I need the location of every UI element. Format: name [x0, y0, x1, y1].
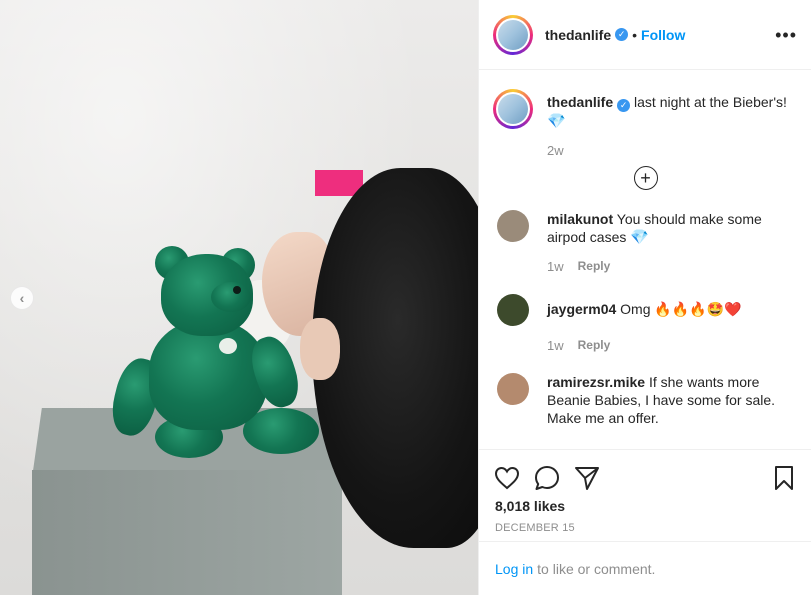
post-header: thedanlife ✓ • Follow •••	[479, 0, 811, 70]
heart-icon	[494, 466, 520, 490]
login-prompt: Log in to like or comment.	[479, 541, 811, 595]
comment-avatar[interactable]	[497, 372, 529, 405]
verified-badge-icon: ✓	[615, 28, 629, 41]
comment-avatar[interactable]	[497, 293, 529, 326]
comment-time[interactable]: 1w	[547, 259, 564, 274]
comment-row: milakunot You should make some airpod ca…	[493, 209, 798, 247]
caption-username[interactable]: thedanlife	[547, 94, 613, 110]
share-button[interactable]	[573, 464, 601, 492]
caption-avatar[interactable]	[493, 89, 533, 129]
separator-dot: •	[632, 26, 638, 43]
chevron-left-icon: ‹	[19, 290, 25, 306]
likes-count[interactable]: 8,018 likes	[479, 496, 811, 514]
avatar[interactable]	[493, 14, 533, 55]
comment-meta: 1w Reply	[547, 338, 798, 353]
comment-meta: 1w Reply	[547, 259, 798, 274]
post-username[interactable]: thedanlife	[545, 27, 611, 43]
verified-badge-icon: ✓	[617, 98, 631, 112]
photo-green-teddy-bear	[106, 240, 325, 465]
comment-avatar[interactable]	[497, 209, 529, 242]
reply-button[interactable]: Reply	[578, 259, 611, 274]
load-more-comments-button[interactable]: +	[493, 165, 798, 190]
comment-button[interactable]	[533, 464, 561, 492]
comment-text: Omg	[620, 300, 651, 317]
comment-username[interactable]: jaygerm04	[547, 301, 616, 317]
post-details-panel: thedanlife ✓ • Follow ••• thedanlife ✓ la…	[478, 0, 811, 595]
more-options-icon[interactable]: •••	[775, 26, 797, 44]
post-photo: ‹	[0, 0, 478, 595]
bookmark-icon	[775, 466, 793, 490]
save-button[interactable]	[770, 464, 798, 492]
login-link[interactable]: Log in	[495, 561, 533, 577]
diamond-emoji: 💎	[547, 112, 566, 130]
login-prompt-text: to like or comment.	[537, 560, 656, 577]
fire-emoji: 🔥🔥🔥🤩❤️	[654, 300, 742, 317]
comments-list[interactable]: thedanlife ✓ last night at the Bieber's! …	[479, 71, 811, 449]
caption-time[interactable]: 2w	[547, 143, 564, 158]
photo-pedestal	[32, 470, 342, 595]
paper-plane-icon	[575, 467, 599, 490]
action-icons	[479, 450, 811, 496]
comment-bubble-icon	[535, 466, 559, 490]
like-button[interactable]	[493, 464, 521, 492]
reply-button[interactable]: Reply	[578, 338, 611, 353]
post-date[interactable]: DECEMBER 15	[479, 514, 811, 534]
comment-row: ramirezsr.mike If she wants more Beanie …	[493, 372, 798, 427]
instagram-post-modal: ‹ thedanlife ✓ • Follow ••• thedanlife ✓ …	[0, 0, 811, 595]
follow-button[interactable]: Follow	[641, 27, 685, 43]
caption-row: thedanlife ✓ last night at the Bieber's! …	[493, 89, 798, 131]
caption-text: last night at the Bieber's!	[634, 94, 787, 110]
comment-time[interactable]: 1w	[547, 338, 564, 353]
carousel-prev-button[interactable]: ‹	[10, 286, 34, 310]
diamond-emoji: 💎	[630, 228, 649, 246]
comment-username[interactable]: milakunot	[547, 211, 613, 227]
comment-row: jaygerm04 Omg 🔥🔥🔥🤩❤️	[493, 293, 798, 326]
comment-username[interactable]: ramirezsr.mike	[547, 374, 645, 390]
caption-meta: 2w	[547, 143, 798, 158]
plus-circle-icon: +	[633, 165, 658, 190]
